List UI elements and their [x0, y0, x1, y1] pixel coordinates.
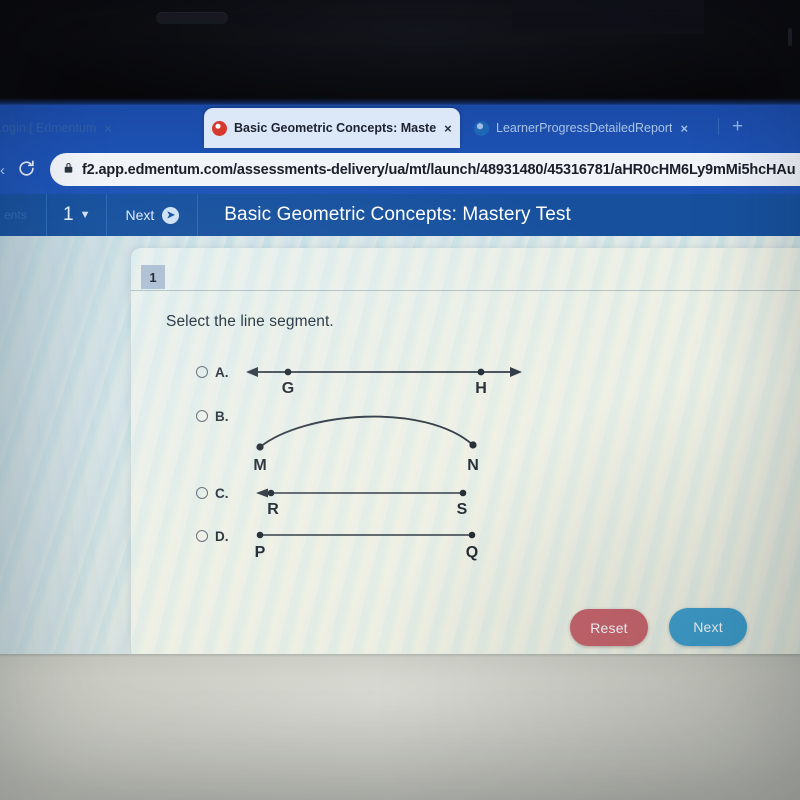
option-b-radio[interactable]: [196, 410, 208, 422]
tab-strip: duct Login | Edmentum × Basic Geometric …: [0, 106, 800, 148]
browser-tab-3[interactable]: LearnerProgressDetailedReport ×: [466, 108, 714, 148]
omnibar-row: ‹ f2.app.edmentum.com/assessments-delive…: [0, 148, 800, 194]
option-d-point-label-q: Q: [466, 544, 478, 561]
edmentum-icon: [212, 120, 227, 136]
option-b-point-label-n: N: [467, 457, 479, 474]
toolbar-left-faded-label: ents: [4, 208, 27, 222]
reload-icon[interactable]: [17, 159, 36, 178]
padlock-icon: [62, 161, 75, 179]
toolbar-next-button[interactable]: Next ➤: [107, 206, 197, 224]
reset-button[interactable]: Reset: [570, 609, 648, 646]
laptop-bezel: [0, 0, 800, 106]
toolbar-next-label: Next: [125, 207, 155, 223]
option-a-letter: A.: [215, 365, 229, 380]
browser-tab-2-title: Basic Geometric Concepts: Maste: [234, 121, 437, 135]
option-a-radio[interactable]: [196, 366, 208, 378]
chevron-down-icon: ▼: [79, 209, 91, 221]
option-b-letter: B.: [215, 409, 229, 424]
question-prompt: Select the line segment.: [166, 313, 334, 330]
browser-tab-1-title: duct Login | Edmentum: [0, 121, 97, 135]
option-a-point-label-g: G: [282, 380, 294, 397]
page-left-gutter: [0, 236, 136, 654]
option-b-point-label-m: M: [253, 457, 266, 474]
browser-tab-1[interactable]: duct Login | Edmentum ×: [0, 108, 200, 148]
option-a[interactable]: A.: [196, 366, 229, 380]
option-b-figure: M N: [253, 415, 479, 474]
arrow-right-circle-icon: ➤: [162, 206, 180, 224]
option-d-radio[interactable]: [196, 530, 208, 542]
browser-tab-2-close-icon[interactable]: ×: [444, 122, 452, 135]
browser-tab-1-close-icon[interactable]: ×: [104, 122, 112, 135]
option-c-point-label-s: S: [457, 501, 468, 518]
browser-tab-3-close-icon[interactable]: ×: [680, 122, 688, 135]
option-c-letter: C.: [215, 486, 229, 501]
option-d[interactable]: D.: [196, 530, 229, 544]
option-c[interactable]: C.: [196, 487, 229, 501]
back-button[interactable]: ‹: [0, 162, 5, 179]
tab-strip-divider: [718, 118, 719, 135]
assessment-title: Basic Geometric Concepts: Mastery Test: [224, 204, 571, 225]
browser-chrome: duct Login | Edmentum × Basic Geometric …: [0, 106, 800, 236]
option-d-figure: P Q: [255, 531, 478, 561]
assessment-toolbar: ents 1 ▼ Next ➤ Basic Geometric Concepts…: [0, 194, 800, 236]
question-number-badge: 1: [141, 265, 165, 289]
bezel-hinge-pill: [156, 12, 228, 24]
option-a-point-label-h: H: [475, 380, 487, 397]
new-tab-button[interactable]: +: [732, 117, 743, 136]
option-d-point-label-p: P: [255, 544, 266, 561]
desk-lighting: [0, 654, 800, 800]
bezel-dark-panel: [512, 0, 704, 34]
option-c-figure: R S: [256, 488, 468, 518]
option-b[interactable]: B.: [196, 410, 229, 424]
option-d-letter: D.: [215, 529, 229, 544]
question-selector-number: 1: [63, 204, 74, 225]
option-c-radio[interactable]: [196, 487, 208, 499]
option-a-figure: G H: [246, 367, 522, 397]
next-button[interactable]: Next: [669, 608, 747, 646]
screen-top-glow: [0, 98, 800, 106]
browser-tab-3-title: LearnerProgressDetailedReport: [496, 121, 673, 135]
question-selector[interactable]: 1 ▼: [47, 204, 106, 226]
bezel-side-notch: [788, 28, 792, 46]
address-bar-url: f2.app.edmentum.com/assessments-delivery…: [82, 161, 796, 178]
option-c-point-label-r: R: [267, 501, 279, 518]
address-bar[interactable]: f2.app.edmentum.com/assessments-delivery…: [50, 153, 800, 186]
card-header-divider: [131, 290, 800, 291]
screenshot-root: duct Login | Edmentum × Basic Geometric …: [0, 0, 800, 800]
browser-tab-2[interactable]: Basic Geometric Concepts: Maste ×: [204, 108, 460, 148]
globe-icon: [474, 120, 489, 136]
